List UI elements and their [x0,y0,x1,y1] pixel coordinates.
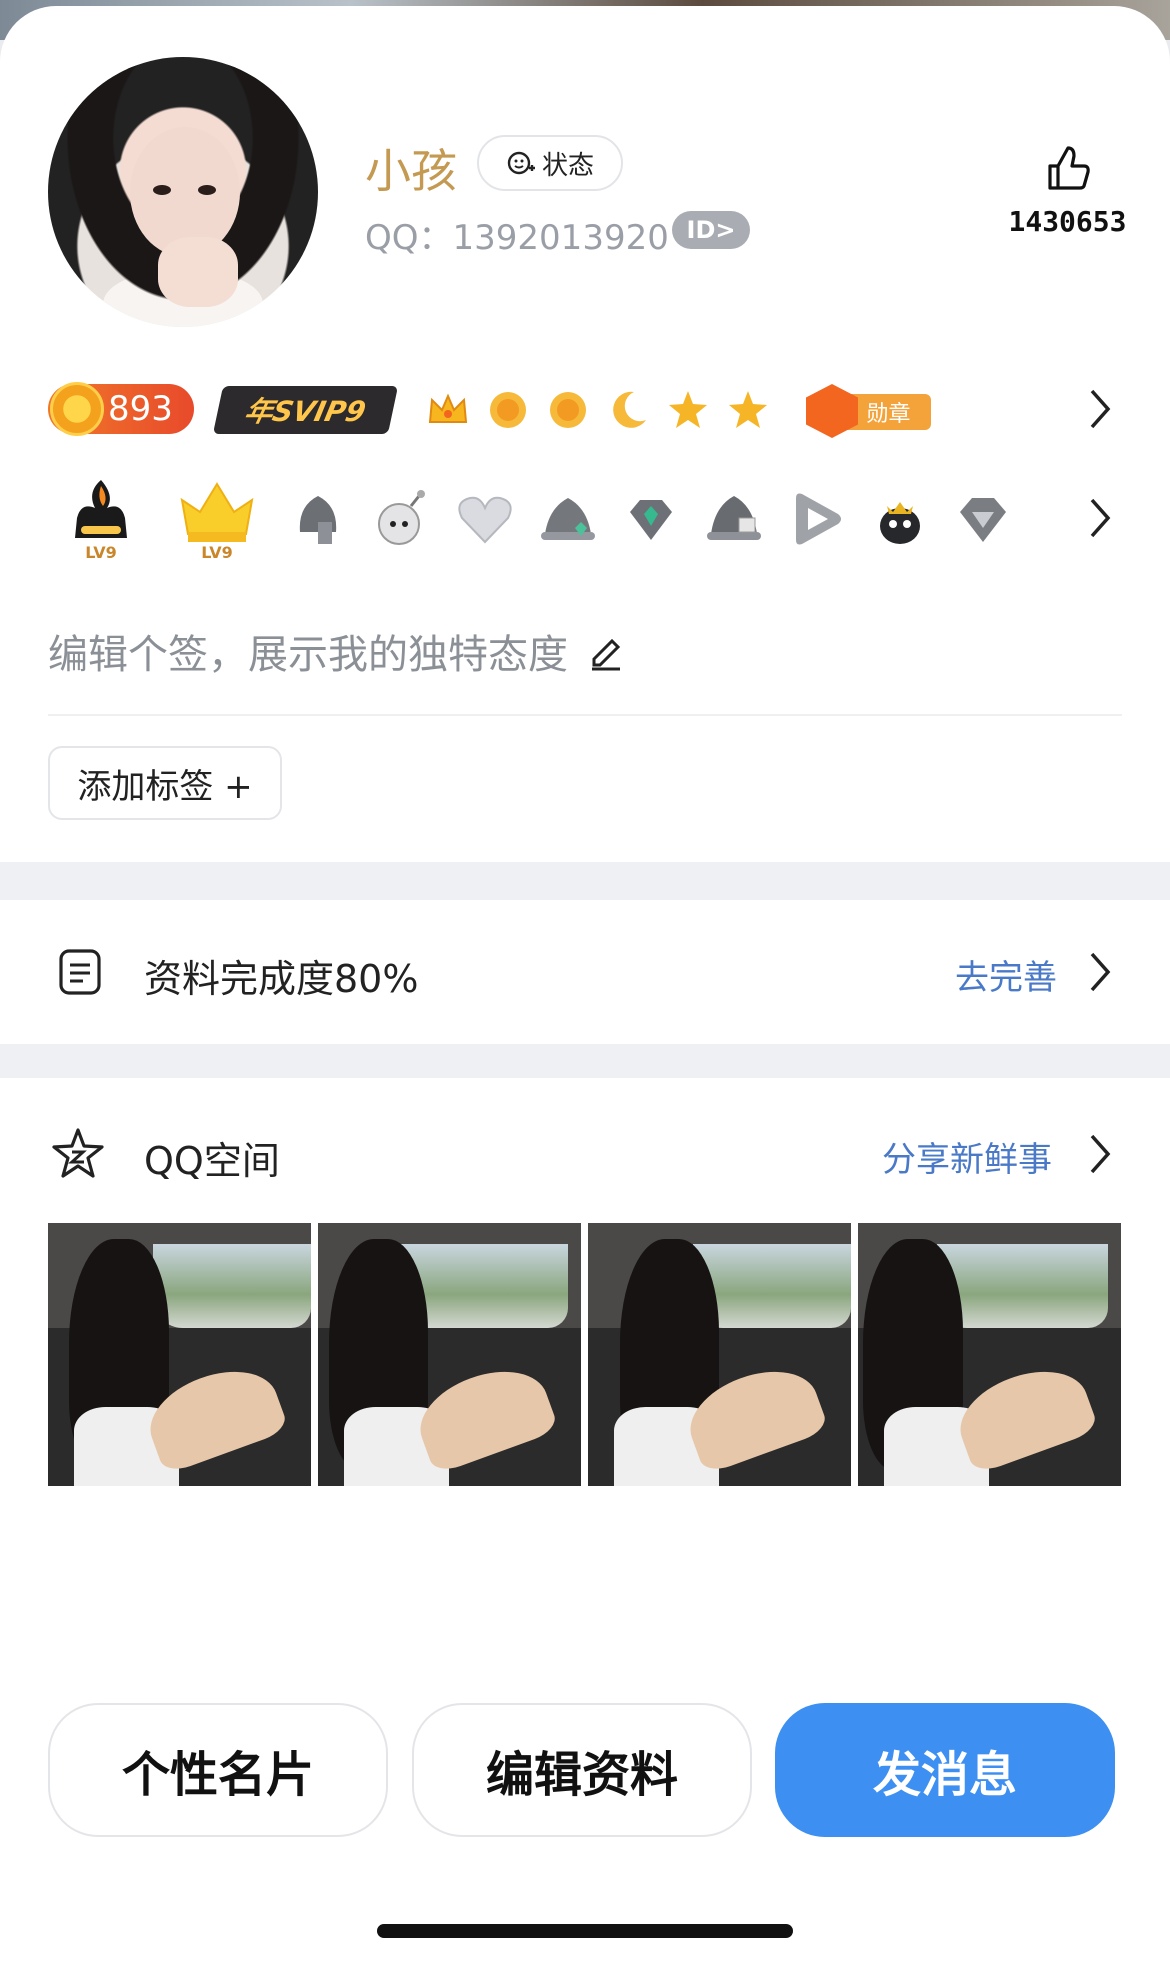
qzone-section[interactable]: QQ空间 分享新鲜事 [0,1078,1170,1558]
heart-icon [458,496,512,544]
game-badge-row[interactable]: LV9 LV9 [48,478,1148,578]
avatar-eye [198,185,216,195]
completion-action[interactable]: 去完善 [955,950,1057,999]
qzone-action[interactable]: 分享新鲜事 [882,1132,1052,1181]
qzone-photo[interactable] [588,1223,851,1486]
id-badge[interactable]: ID> [672,211,750,249]
divider [48,714,1122,716]
crown-icon [428,393,468,423]
chevron-right-icon[interactable] [1086,950,1114,994]
diamond-icon [630,500,672,540]
qq-number: QQ：1392013920 [365,218,669,258]
qzone-photo[interactable] [318,1223,581,1486]
section-gap [0,862,1170,900]
photo-window [153,1244,311,1329]
star-icon [669,391,707,428]
svg-text:LV9: LV9 [85,543,117,562]
play-icon [796,493,841,545]
medal-badge[interactable]: 勋章 [806,384,931,438]
section-gap [0,1044,1170,1078]
send-message-label: 发消息 [872,1747,1017,1803]
qzone-title: QQ空间 [144,1139,280,1183]
avatar-hand [158,237,238,307]
status-label: 状态 [541,150,594,181]
document-icon [59,949,101,995]
pencil-icon [592,638,621,671]
badge-row[interactable]: 893 年SVIP9 勋章 [48,382,1148,442]
sun-icon [550,392,586,428]
status-button[interactable]: 状态 [477,135,623,191]
svip-label: 年SVIP9 [241,395,369,428]
coin-value: 893 [108,389,173,429]
hat-gem-icon [541,498,595,540]
helmet-icon [299,496,337,544]
avatar[interactable] [48,57,318,327]
chevron-right-icon[interactable] [1086,496,1114,540]
flame-lv9-icon: LV9 [75,480,127,562]
svip-badge[interactable]: 年SVIP9 [212,386,399,434]
penguin-crown-icon [880,502,920,544]
signature-field[interactable]: 编辑个签，展示我的独特态度 [48,622,626,680]
send-message-button[interactable]: 发消息 [775,1703,1115,1837]
star-icon [729,391,767,428]
sun-icon [490,392,526,428]
qzone-photo[interactable] [858,1223,1121,1486]
moon-icon [613,391,646,428]
completion-title: 资料完成度80% [144,957,419,1001]
thumbs-up-icon[interactable] [1040,140,1096,196]
add-tag-label: 添加标签 + [77,766,253,807]
svg-text:LV9: LV9 [201,543,233,562]
home-indicator[interactable] [377,1924,793,1938]
edit-profile-label: 编辑资料 [485,1747,678,1803]
signature-placeholder: 编辑个签，展示我的独特态度 [48,632,568,678]
profile-card-label: 个性名片 [121,1747,314,1803]
smile-plus-icon [507,151,535,175]
qzone-star-icon [52,1128,104,1178]
chevron-right-icon[interactable] [1086,387,1114,431]
qzone-photo[interactable] [48,1223,311,1486]
profile-completion-row[interactable]: 资料完成度80% 去完善 [0,900,1170,1044]
coin-badge[interactable]: 893 [48,382,194,436]
edit-profile-button[interactable]: 编辑资料 [412,1703,752,1837]
gem-icon [960,498,1006,542]
crown-lv9-icon: LV9 [180,482,254,562]
avatar-eye [153,185,171,195]
coin-icon [50,382,104,436]
add-tag-button[interactable]: 添加标签 + [48,746,282,820]
medal-label: 勋章 [846,394,931,430]
profile-card-button[interactable]: 个性名片 [48,1703,388,1837]
photo-window [936,1244,1108,1329]
nickname: 小孩 [365,144,457,198]
bomb-icon [378,490,425,545]
chevron-right-icon[interactable] [1086,1132,1114,1176]
like-count: 1430653 [1008,205,1127,238]
helmet-gift-icon [707,496,761,540]
